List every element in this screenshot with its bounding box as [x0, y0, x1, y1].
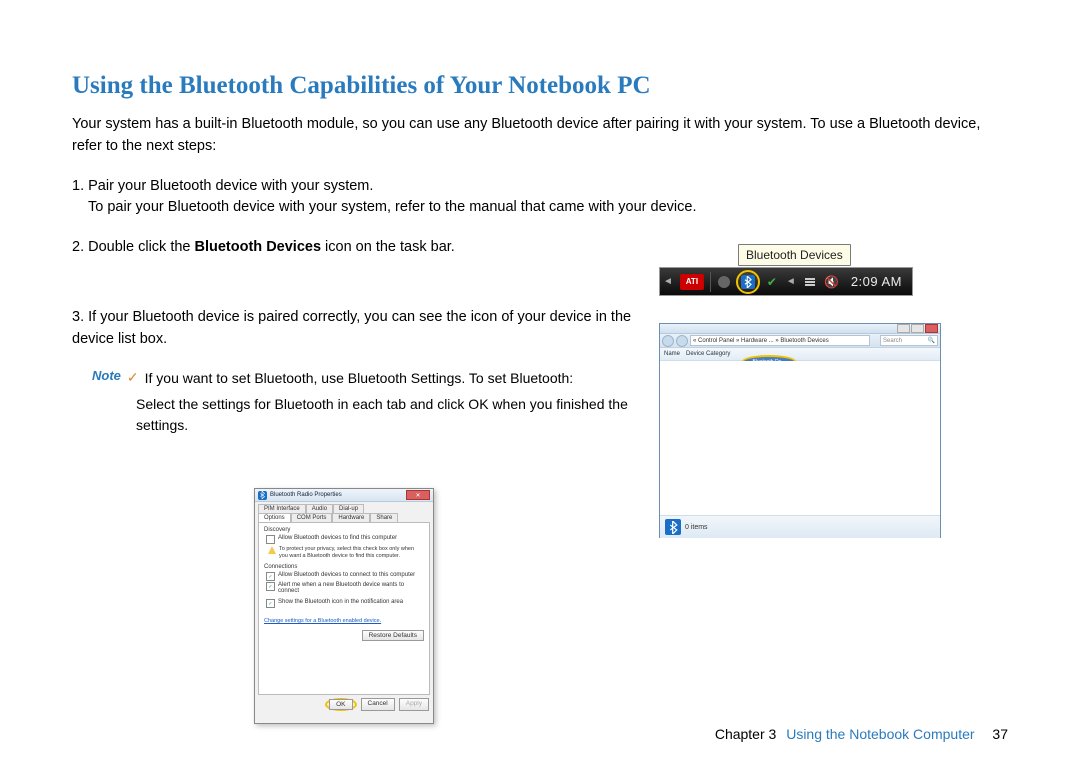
- allow-connect-label: Allow Bluetooth devices to connect to th…: [278, 572, 415, 578]
- change-settings-link[interactable]: Change settings for a Bluetooth enabled …: [264, 618, 424, 624]
- close-button[interactable]: ✕: [406, 490, 430, 500]
- column-category[interactable]: Device Category: [686, 351, 730, 357]
- forward-button[interactable]: [676, 335, 688, 347]
- close-button[interactable]: [925, 324, 938, 333]
- tab-hardware[interactable]: Hardware: [332, 513, 370, 522]
- tray-separator: [710, 272, 711, 292]
- show-icon-checkbox[interactable]: ✓: [266, 599, 275, 608]
- note-subtext: Select the settings for Bluetooth in eac…: [136, 394, 656, 436]
- restore-defaults-button[interactable]: Restore Defaults: [362, 630, 424, 641]
- connections-group: Connections ✓ Allow Bluetooth devices to…: [264, 564, 424, 594]
- search-icon: 🔍: [928, 337, 935, 344]
- tab-comports[interactable]: COM Ports: [291, 513, 333, 522]
- alert-label: Alert me when a new Bluetooth device wan…: [278, 582, 424, 594]
- back-button[interactable]: [662, 335, 674, 347]
- intro-paragraph: Your system has a built-in Bluetooth mod…: [72, 114, 1008, 158]
- search-placeholder: Search: [883, 338, 902, 344]
- step-2-lead-a: 2. Double click the: [72, 239, 195, 255]
- status-text: 0 items: [685, 524, 708, 531]
- search-input[interactable]: Search 🔍: [880, 335, 938, 346]
- allow-find-checkbox[interactable]: [266, 535, 275, 544]
- bluetooth-icon: [258, 491, 267, 500]
- ok-highlight: OK: [325, 698, 356, 711]
- allow-connect-checkbox[interactable]: ✓: [266, 572, 275, 581]
- volume-tray-icon[interactable]: 🔇: [822, 272, 842, 292]
- discovery-group: Discovery Allow Bluetooth devices to fin…: [264, 527, 424, 559]
- document-page: Using the Bluetooth Capabilities of Your…: [0, 0, 1080, 760]
- breadcrumb[interactable]: « Control Panel » Hardware ... » Bluetoo…: [690, 335, 870, 346]
- taskbar-clock[interactable]: 2:09 AM: [851, 274, 902, 289]
- network-tray-icon[interactable]: [800, 272, 820, 292]
- explorer-address-bar: « Control Panel » Hardware ... » Bluetoo…: [660, 334, 940, 348]
- note-label: Note: [92, 368, 121, 383]
- cancel-button[interactable]: Cancel: [361, 698, 395, 711]
- bluetooth-icon: [741, 275, 755, 289]
- chapter-title: Using the Notebook Computer: [786, 726, 974, 742]
- step-2-lead-b: icon on the task bar.: [321, 239, 455, 255]
- explorer-toolbar: Name Device Category: [660, 348, 940, 361]
- tray-arrow-icon[interactable]: ◄: [663, 276, 673, 287]
- tray-arrow-icon-2[interactable]: ◄: [786, 276, 796, 287]
- options-pane: Discovery Allow Bluetooth devices to fin…: [258, 522, 430, 695]
- apply-button[interactable]: Apply: [399, 698, 429, 711]
- minimize-button[interactable]: [897, 324, 910, 333]
- step-3: 3. If your Bluetooth device is paired co…: [72, 307, 632, 351]
- step-2-bold: Bluetooth Devices: [195, 239, 322, 255]
- explorer-body[interactable]: [660, 361, 940, 515]
- step-1: 1. Pair your Bluetooth device with your …: [72, 176, 1008, 220]
- discovery-title: Discovery: [264, 527, 424, 533]
- allow-find-label: Allow Bluetooth devices to find this com…: [278, 535, 397, 541]
- explorer-titlebar: [660, 324, 940, 334]
- page-number: 37: [992, 726, 1008, 742]
- tray-check-icon[interactable]: ✔: [762, 272, 782, 292]
- bluetooth-tray-icon[interactable]: [736, 270, 760, 294]
- note-text: If you want to set Bluetooth, use Blueto…: [145, 368, 574, 389]
- connections-title: Connections: [264, 564, 424, 570]
- step-1-sub: To pair your Bluetooth device with your …: [88, 197, 1008, 219]
- check-icon: ✓: [127, 369, 139, 386]
- show-icon-label: Show the Bluetooth icon in the notificat…: [278, 599, 403, 605]
- bluetooth-properties-dialog: Bluetooth Radio Properties ✕ PIM Interfa…: [254, 488, 434, 724]
- dialog-titlebar: Bluetooth Radio Properties ✕: [255, 489, 433, 502]
- tab-pim[interactable]: PIM Interface: [258, 504, 306, 513]
- alert-checkbox[interactable]: ✓: [266, 582, 275, 591]
- page-footer: Chapter 3 Using the Notebook Computer 37: [0, 726, 1080, 742]
- tray-icon-generic[interactable]: [714, 272, 734, 292]
- chapter-label: Chapter 3: [715, 726, 776, 742]
- taskbar: ◄ ATI ✔ ◄ 🔇 2:09 AM: [659, 267, 913, 296]
- bluetooth-tooltip: Bluetooth Devices: [738, 244, 851, 266]
- warning-text: To protect your privacy, select this che…: [279, 546, 424, 559]
- dialog-tabs: PIM Interface Audio Dial-up Options COM …: [255, 502, 433, 522]
- explorer-statusbar: 0 items: [660, 515, 940, 538]
- step-2: 2. Double click the Bluetooth Devices ic…: [72, 237, 1008, 259]
- tab-audio[interactable]: Audio: [306, 504, 333, 513]
- ok-button[interactable]: OK: [329, 699, 352, 710]
- warning-row: To protect your privacy, select this che…: [268, 546, 424, 559]
- column-name[interactable]: Name: [664, 351, 680, 357]
- section-heading: Using the Bluetooth Capabilities of Your…: [72, 72, 1008, 100]
- tab-dialup[interactable]: Dial-up: [333, 504, 364, 513]
- ati-tray-icon[interactable]: ATI: [680, 274, 704, 290]
- maximize-button[interactable]: [911, 324, 924, 333]
- step-1-lead: 1. Pair your Bluetooth device with your …: [72, 176, 1008, 198]
- step-3-lead: 3. If your Bluetooth device is paired co…: [72, 309, 631, 347]
- dialog-title: Bluetooth Radio Properties: [270, 492, 342, 498]
- explorer-window: « Control Panel » Hardware ... » Bluetoo…: [659, 323, 941, 538]
- bluetooth-icon: [665, 519, 681, 535]
- tab-share[interactable]: Share: [370, 513, 398, 522]
- warning-icon: [268, 546, 276, 554]
- tab-options[interactable]: Options: [258, 513, 291, 522]
